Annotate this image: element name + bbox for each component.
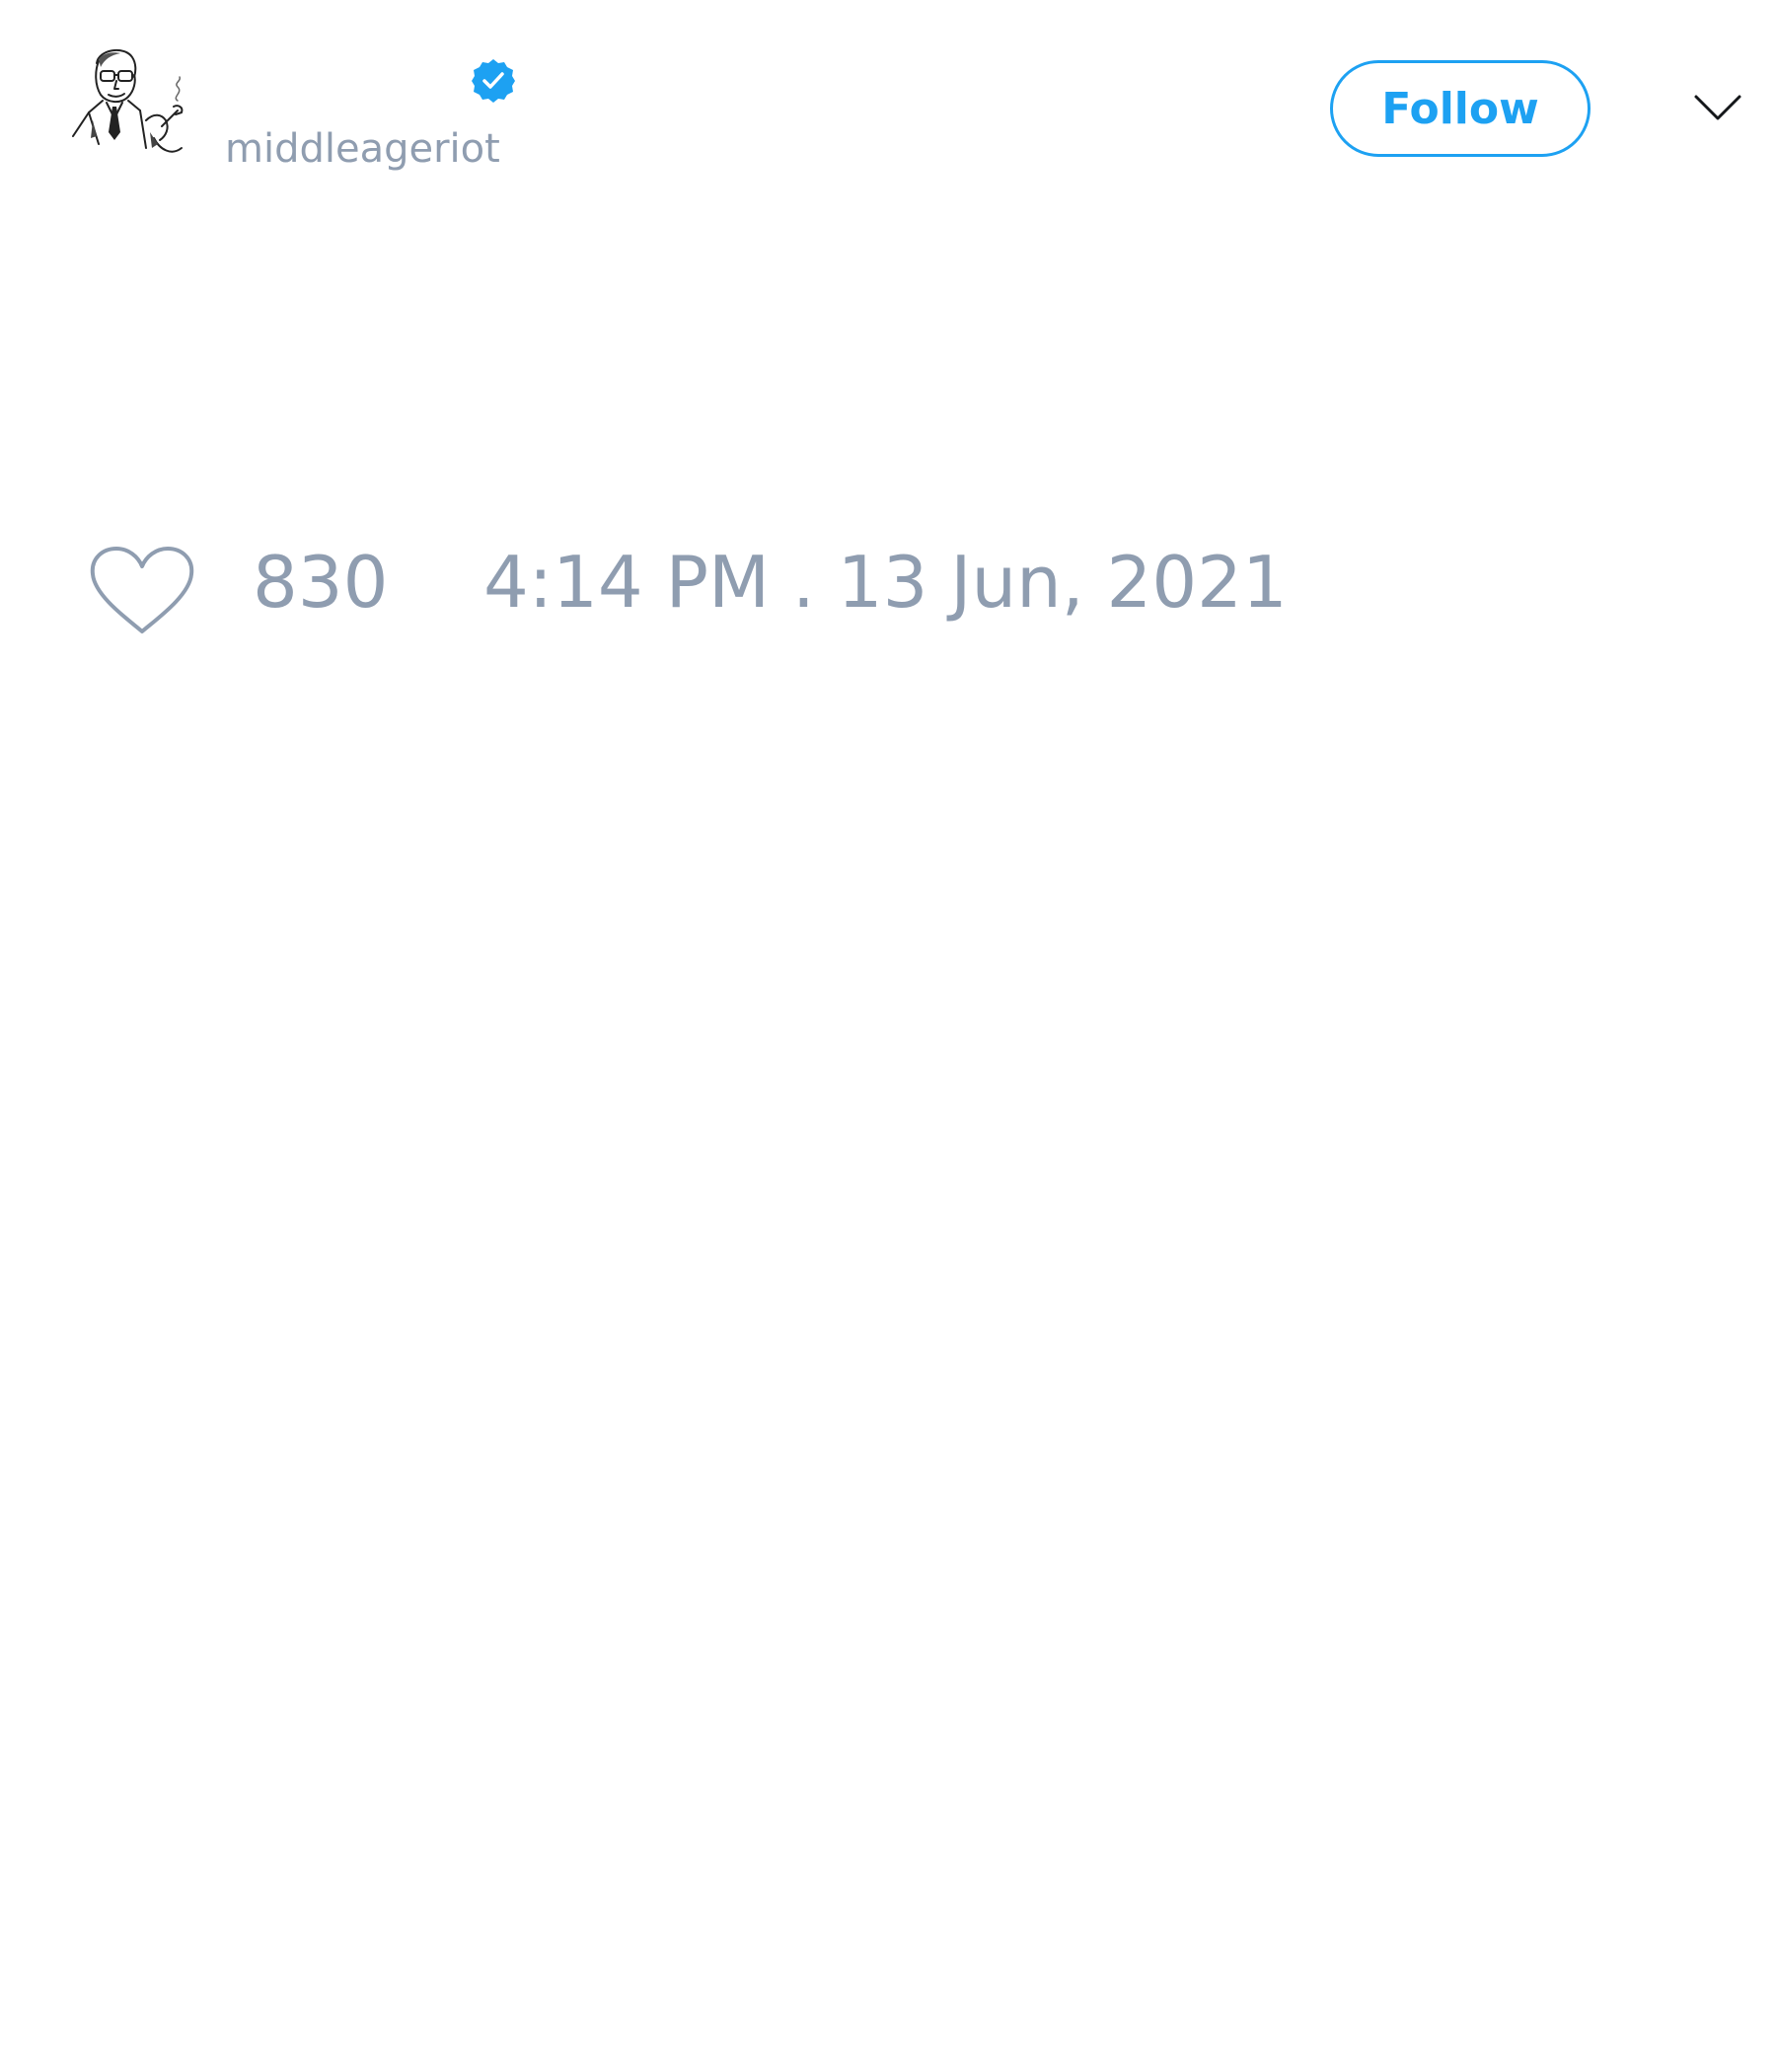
heart-icon[interactable] (89, 545, 195, 637)
author-handle[interactable]: middleageriot (225, 126, 500, 172)
follow-button[interactable]: Follow (1330, 60, 1591, 157)
chevron-down-icon[interactable] (1693, 93, 1742, 122)
like-count: 830 (253, 541, 389, 624)
tweet-timestamp[interactable]: 4:14 PM . 13 Jun, 2021 (483, 547, 1288, 618)
verified-badge-icon (470, 57, 517, 105)
tweet-footer: 830 4:14 PM . 13 Jun, 2021 (0, 533, 1776, 651)
tweet-header: middleageriot Follow (0, 0, 1776, 197)
avatar-portrait-icon (72, 48, 184, 153)
avatar[interactable] (63, 41, 197, 180)
